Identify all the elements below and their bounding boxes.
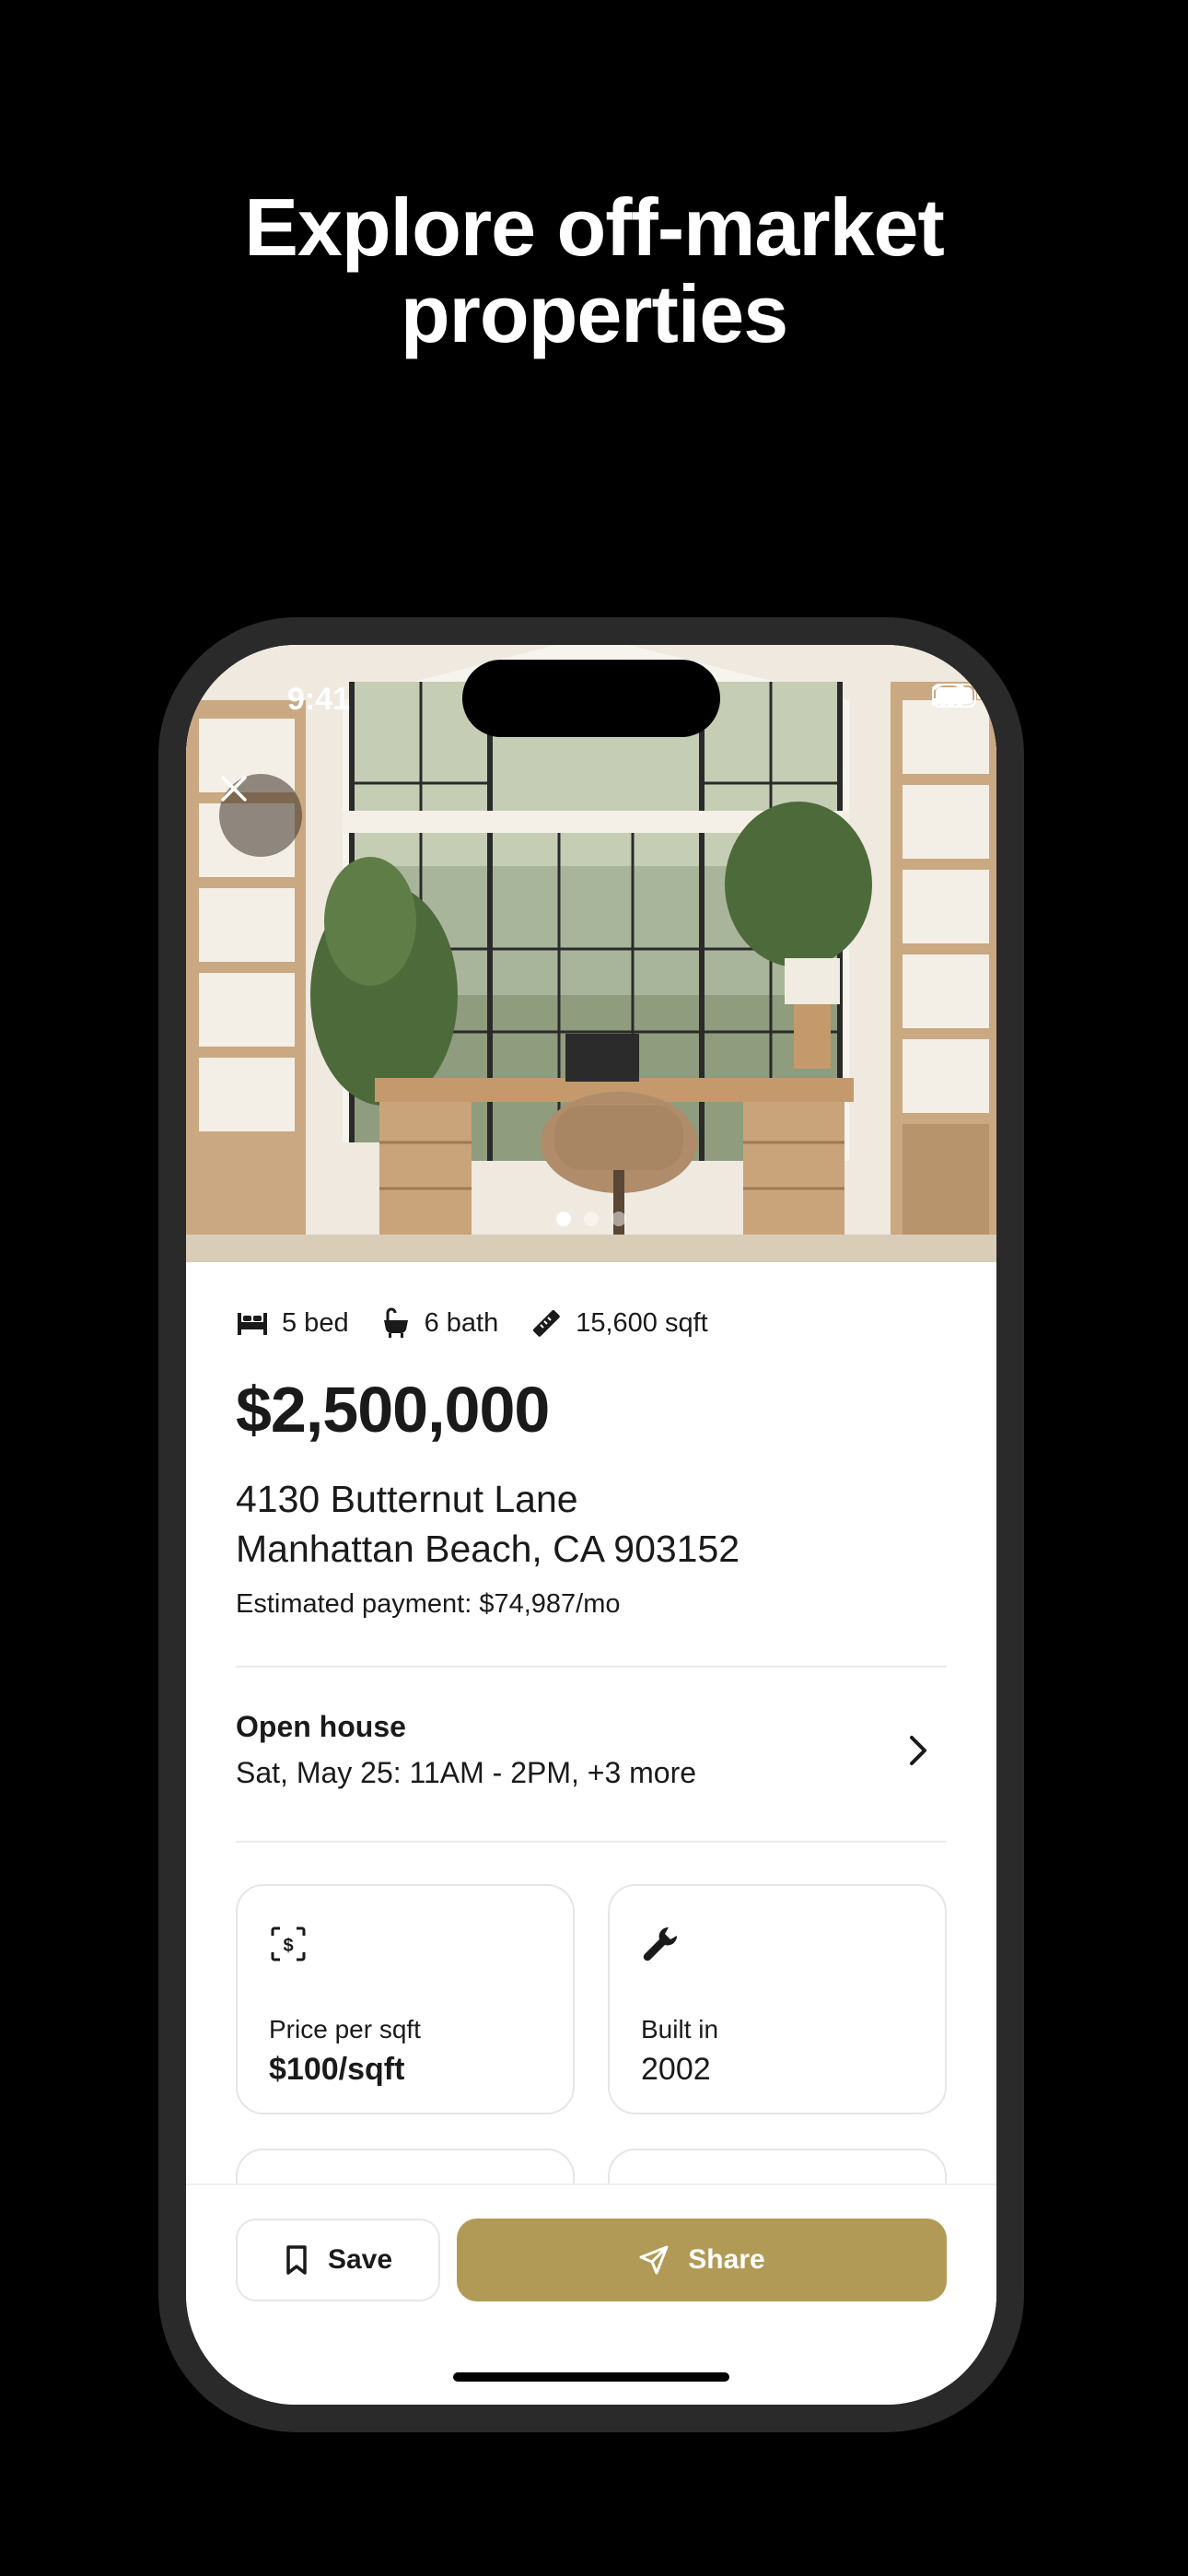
bookmark-icon	[286, 2245, 307, 2275]
address-line-2: Manhattan Beach, CA 903152	[236, 1528, 740, 1570]
svg-text:$: $	[283, 1936, 293, 1956]
card-value: 2002	[641, 2052, 711, 2087]
home-indicator[interactable]	[453, 2372, 729, 2382]
beds-label: 5 bed	[282, 1307, 349, 1338]
card-label: Price per sqft	[269, 2015, 421, 2043]
divider	[236, 1841, 947, 1843]
listing-address: 4130 Butternut Lane Manhattan Beach, CA …	[236, 1474, 740, 1574]
estimated-payment: Estimated payment: $74,987/mo	[236, 1589, 621, 1619]
baths-fact: 6 bath	[380, 1307, 499, 1339]
phone-screen: 9:41 5 bed 6 bath 15,600 sqft $2,500,000…	[186, 645, 996, 2405]
wrench-icon	[643, 1926, 678, 1961]
send-icon	[639, 2245, 669, 2275]
battery-icon	[932, 684, 981, 708]
chevron-right-icon	[910, 1736, 926, 1765]
card-label: Built in	[641, 2015, 719, 2043]
divider	[236, 1666, 947, 1668]
page-headline: Explore off-market properties	[0, 184, 1188, 357]
listing-price: $2,500,000	[236, 1374, 550, 1446]
gallery-dot[interactable]	[556, 1212, 571, 1226]
dollar-scan-icon: $	[271, 1926, 306, 1961]
share-label: Share	[688, 2244, 765, 2275]
close-button[interactable]	[219, 774, 302, 857]
price-per-sqft-card: $ Price per sqft $100/sqft	[236, 1884, 575, 2114]
open-house-title: Open house	[236, 1710, 406, 1743]
headline-line-2: properties	[400, 268, 788, 359]
save-label: Save	[327, 2244, 393, 2275]
card-value: $100/sqft	[269, 2052, 405, 2087]
bathtub-icon	[383, 1307, 408, 1338]
ruler-icon	[533, 1309, 560, 1337]
area-label: 15,600 sqft	[576, 1307, 708, 1338]
phone-frame: 9:41 5 bed 6 bath 15,600 sqft $2,500,000…	[158, 617, 1024, 2432]
close-icon	[221, 776, 247, 802]
bottom-action-bar: Save Share	[186, 2184, 996, 2405]
property-facts: 5 bed 6 bath 15,600 sqft	[236, 1306, 708, 1340]
built-in-card: Built in 2002	[608, 1884, 947, 2114]
property-photo	[186, 645, 996, 1262]
baths-label: 6 bath	[424, 1307, 499, 1338]
gallery-dot[interactable]	[611, 1212, 626, 1226]
headline-line-1: Explore off-market	[244, 181, 945, 273]
gallery-pagination	[186, 1212, 996, 1226]
gallery-dot[interactable]	[584, 1212, 599, 1226]
property-photo-gallery[interactable]: 9:41	[186, 645, 996, 1262]
address-line-1: 4130 Butternut Lane	[236, 1478, 578, 1520]
status-time: 9:41	[287, 682, 351, 717]
save-button[interactable]: Save	[236, 2219, 440, 2301]
area-fact: 15,600 sqft	[530, 1306, 708, 1340]
dynamic-island	[462, 660, 720, 737]
beds-fact: 5 bed	[236, 1308, 349, 1339]
bed-icon	[238, 1313, 267, 1335]
open-house-schedule: Sat, May 25: 11AM - 2PM, +3 more	[236, 1756, 697, 1789]
share-button[interactable]: Share	[457, 2219, 947, 2301]
